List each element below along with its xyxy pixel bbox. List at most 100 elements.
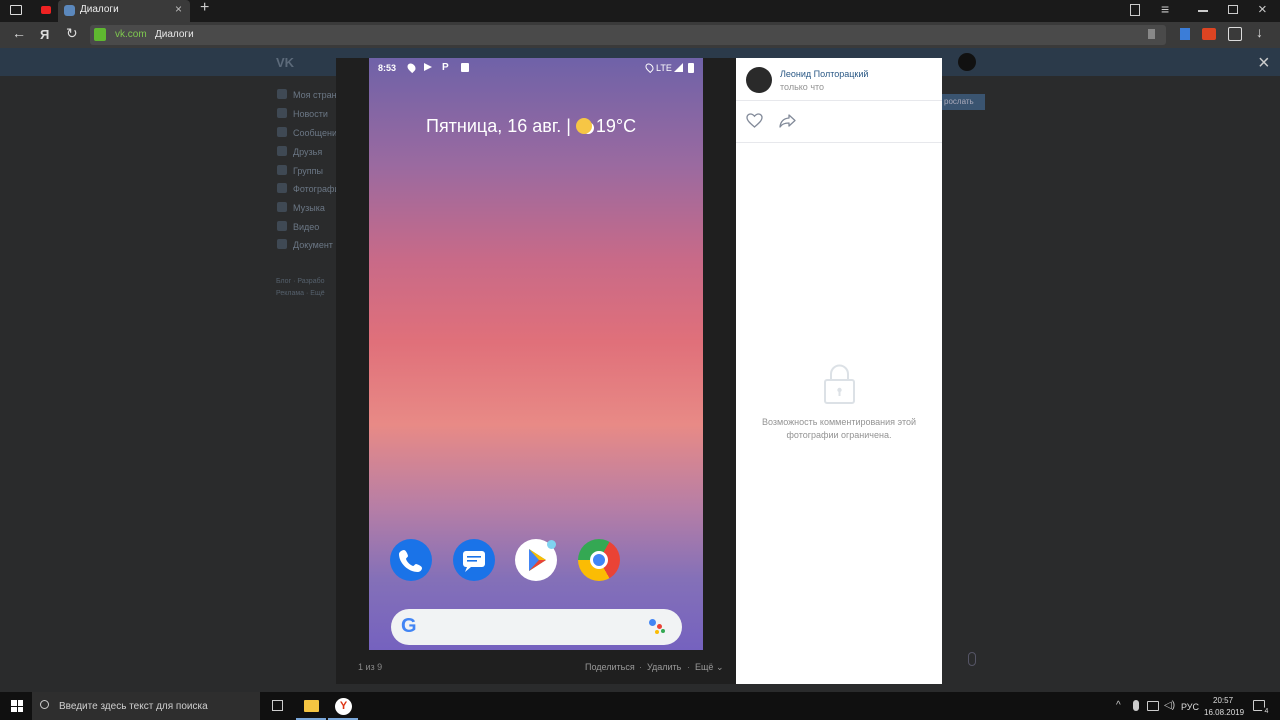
extension-icon[interactable] [1180,28,1190,40]
battery-icon [688,63,694,73]
bookmark-page-icon[interactable] [1148,29,1155,39]
translate-icon[interactable] [1228,27,1242,41]
chrome-app-icon[interactable] [578,539,620,581]
vk-messages-tab-icon [64,5,75,16]
tab-dialogs[interactable] [58,0,190,22]
url-domain: vk.com [115,29,147,40]
adblock-extension-icon[interactable] [1202,28,1216,40]
chevron-down-icon: ⌄ [715,662,724,672]
tab-title: Диалоги [80,4,119,15]
separator-1: · [639,662,642,672]
viewer-close-icon[interactable]: × [1258,52,1270,75]
friends-icon [277,146,287,156]
more-link[interactable]: Ещё ⌄ [695,662,723,673]
google-g-logo: G [401,615,417,637]
bookmarks-icon[interactable] [1130,4,1140,16]
network-type: LTE [656,63,672,73]
author-avatar[interactable] [746,67,772,93]
sd-card-icon [461,63,469,72]
new-tab-icon[interactable]: + [200,0,209,17]
location-icon [405,61,418,74]
youtube-tab-icon[interactable] [41,6,51,14]
sidebar-item-friends[interactable]: Друзья [293,146,322,158]
menu-icon[interactable]: ≡ [1161,1,1169,17]
browser-tab-bar [0,0,1280,22]
url-field[interactable] [90,25,1166,45]
close-window-icon[interactable]: × [1258,1,1267,18]
gps-icon [643,61,656,74]
share-icon[interactable] [779,114,796,128]
vk-avatar-small[interactable] [958,53,976,71]
video-icon [277,221,287,231]
separator-2: · [687,662,690,672]
yandex-browser-taskbar-icon[interactable]: Y [335,698,352,715]
music-icon [277,202,287,212]
input-language[interactable]: РУС [1181,702,1199,712]
microphone-icon[interactable] [1133,700,1139,711]
task-view-icon[interactable] [272,700,283,711]
footer-links-1[interactable]: Блог · Разрабо [276,278,325,285]
like-icon[interactable] [746,113,763,128]
tray-expand-icon[interactable]: ^ [1116,700,1121,711]
maximize-icon[interactable] [1228,5,1238,14]
clock-date[interactable]: 16.08.2019 [1204,708,1244,717]
sidebar-item-my-page[interactable]: Моя страни [293,89,342,101]
volume-icon[interactable]: ◁) [1164,700,1175,711]
photo-android-screenshot[interactable]: 8:53 P LTE Пятница, 16 авг. | 19°C G [369,58,703,650]
clock-time[interactable]: 20:57 [1213,696,1233,705]
delete-link[interactable]: Удалить [647,662,681,672]
assistant-dot-yellow [655,630,659,634]
footer-links-2[interactable]: Реклама · Ещё [276,290,325,297]
date-weather-widget[interactable]: Пятница, 16 авг. | 19°C [426,116,636,137]
parking-icon: P [442,62,449,73]
post-time: только что [780,82,825,92]
windows-start-icon[interactable] [11,700,23,712]
file-explorer-icon[interactable] [304,700,319,712]
back-icon[interactable]: ← [12,25,26,41]
weather-sun-icon [575,118,592,134]
share-link[interactable]: Поделиться [585,662,635,672]
phone-time: 8:53 [378,63,397,73]
vk-logo[interactable]: VK [276,55,294,70]
photos-icon [277,183,287,193]
play-notification-icon [424,63,432,71]
sidebar-toggle-icon[interactable] [10,5,22,15]
minimize-icon[interactable] [1198,10,1208,12]
sidebar-item-messages[interactable]: Сообщени [293,127,337,139]
yandex-logo[interactable]: Я [40,27,49,42]
chrome-center [590,551,608,569]
date-text: Пятница, 16 авг. | [426,116,576,136]
more-label: Ещё [695,662,714,672]
comments-locked-icon [824,364,855,404]
groups-icon [277,165,287,175]
notification-count: 4 [1262,707,1271,716]
assistant-icon[interactable] [649,619,665,635]
phone-app-icon[interactable] [390,539,432,581]
comments-closed-text: Возможность комментирования этой фотогра… [762,417,916,440]
sidebar-item-news[interactable]: Новости [293,108,328,120]
bg-forward-label: рослать [944,97,974,106]
sidebar-item-photos[interactable]: Фотографи [293,183,339,195]
panel-divider-1 [736,100,942,101]
search-icon [40,700,49,709]
sidebar-item-video[interactable]: Видео [293,221,319,233]
home-icon [277,89,287,99]
google-search-bar[interactable]: G [391,609,682,645]
temperature-text: 19°C [595,116,637,136]
downloads-icon[interactable]: ↓ [1256,24,1263,40]
lock-icon[interactable] [94,28,106,41]
messages-app-icon[interactable] [453,539,495,581]
assistant-dot-blue [649,619,656,626]
tab-close-icon[interactable]: × [175,2,182,16]
sidebar-item-music[interactable]: Музыка [293,202,325,214]
author-name[interactable]: Леонид Полторацкий [780,69,868,79]
sidebar-item-groups[interactable]: Группы [293,165,323,177]
reload-icon[interactable]: ↻ [66,25,78,42]
taskbar-search-placeholder: Введите здесь текст для поиска [59,701,208,712]
signal-icon [674,63,683,72]
bg-forward-button: рослать [942,94,985,110]
news-icon [277,108,287,118]
sidebar-item-documents[interactable]: Документ [293,239,333,251]
url-page: Диалоги [155,29,194,40]
network-icon[interactable] [1147,701,1159,711]
